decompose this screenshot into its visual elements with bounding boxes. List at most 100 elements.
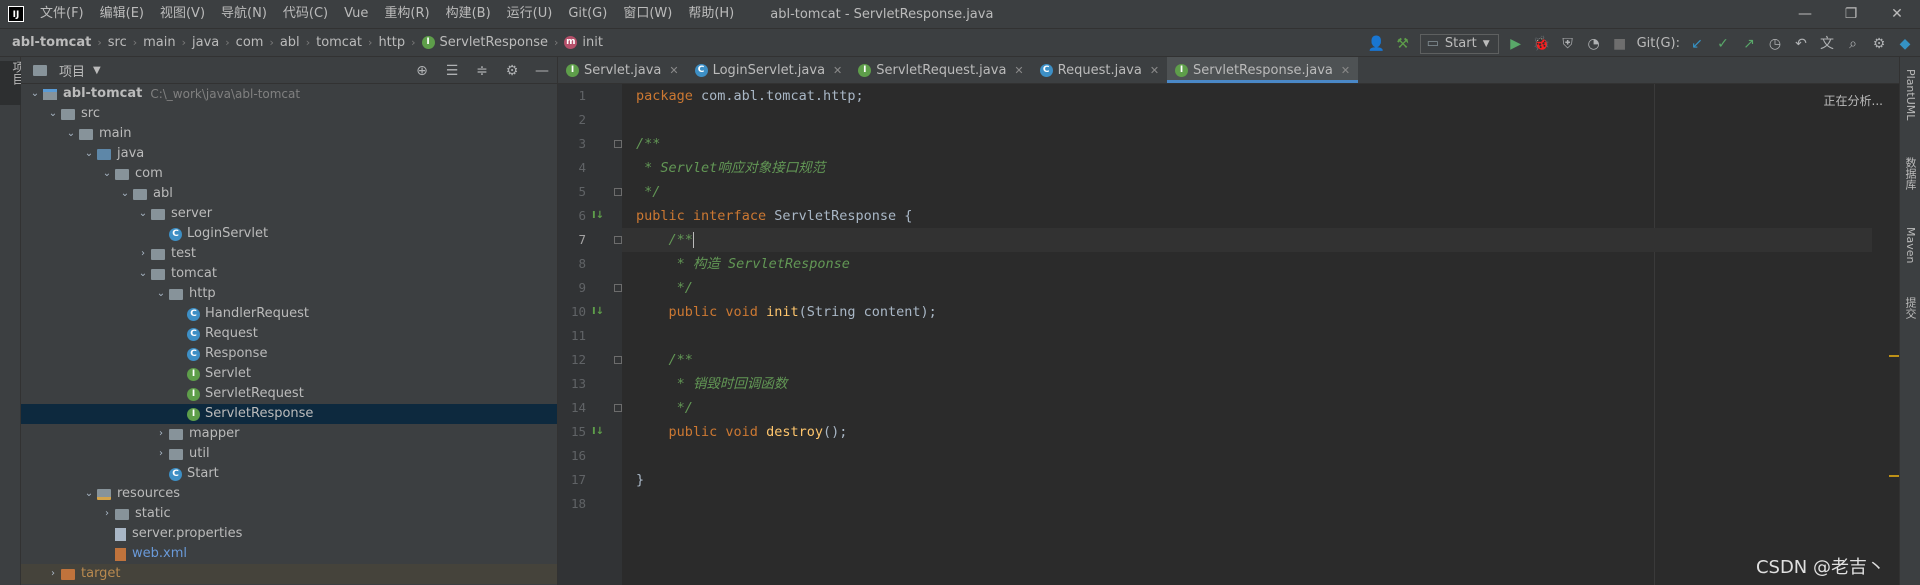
tab-servlet[interactable]: I Servlet.java ✕ xyxy=(558,57,687,83)
menu-code[interactable]: 代码(C) xyxy=(275,0,336,28)
coverage-icon[interactable]: ⛨ xyxy=(1559,35,1577,53)
breadcrumb-method[interactable]: init xyxy=(582,35,603,50)
menu-view[interactable]: 视图(V) xyxy=(152,0,213,28)
chevron-down-icon[interactable]: ⌄ xyxy=(45,104,61,124)
chevron-down-icon[interactable]: ⌄ xyxy=(81,144,97,164)
chevron-down-icon[interactable]: ⌄ xyxy=(117,184,133,204)
fold-icon[interactable] xyxy=(614,236,622,244)
menu-help[interactable]: 帮助(H) xyxy=(680,0,742,28)
close-tab-icon[interactable]: ✕ xyxy=(1150,64,1159,77)
tree-item-resources[interactable]: ⌄ resources xyxy=(21,484,557,504)
git-push-icon[interactable]: ↗ xyxy=(1740,35,1758,53)
close-tab-icon[interactable]: ✕ xyxy=(833,64,842,77)
tree-item-loginservlet[interactable]: C LoginServlet xyxy=(21,224,557,244)
fold-icon[interactable] xyxy=(614,140,622,148)
warning-stripe-mark[interactable] xyxy=(1889,355,1899,357)
menu-window[interactable]: 窗口(W) xyxy=(615,0,680,28)
tree-item-server[interactable]: ⌄ server xyxy=(21,204,557,224)
search-icon[interactable]: ⌕ xyxy=(1844,35,1862,53)
close-tab-icon[interactable]: ✕ xyxy=(669,64,678,77)
chevron-down-icon[interactable]: ⌄ xyxy=(153,284,169,304)
chevron-right-icon[interactable]: › xyxy=(99,504,115,524)
implemented-marker-icon[interactable]: I↓ xyxy=(592,426,604,437)
tab-loginservlet[interactable]: C LoginServlet.java ✕ xyxy=(687,57,851,83)
tree-item-http[interactable]: ⌄ http xyxy=(21,284,557,304)
stop-icon[interactable]: ■ xyxy=(1611,35,1629,53)
tree-item-com[interactable]: ⌄ com xyxy=(21,164,557,184)
settings-icon[interactable]: ⚙ xyxy=(1870,35,1888,53)
breadcrumb-project[interactable]: abl-tomcat xyxy=(12,35,91,50)
breadcrumb-main[interactable]: main xyxy=(143,35,175,50)
tree-item-servlet[interactable]: I Servlet xyxy=(21,364,557,384)
tree-item-server-properties[interactable]: server.properties xyxy=(21,524,557,544)
git-commit-icon[interactable]: ✓ xyxy=(1714,35,1732,53)
tree-item-abl-tomcat[interactable]: ⌄ abl-tomcat C:\_work\java\abl-tomcat xyxy=(21,84,557,104)
fold-icon[interactable] xyxy=(614,284,622,292)
tree-item-util[interactable]: › util xyxy=(21,444,557,464)
chevron-down-icon[interactable]: ▼ xyxy=(93,65,101,76)
menu-refactor[interactable]: 重构(R) xyxy=(376,0,437,28)
menu-run[interactable]: 运行(U) xyxy=(499,0,561,28)
history-icon[interactable]: ◷ xyxy=(1766,35,1784,53)
plugin-icon[interactable]: ◆ xyxy=(1896,35,1914,53)
tree-item-target[interactable]: › target xyxy=(21,564,557,584)
fold-icon[interactable] xyxy=(614,356,622,364)
rollback-icon[interactable]: ↶ xyxy=(1792,35,1810,53)
tree-item-java[interactable]: ⌄ java xyxy=(21,144,557,164)
breadcrumb-interface[interactable]: ServletResponse xyxy=(440,35,548,50)
locate-icon[interactable]: ⊕ xyxy=(413,62,431,80)
tool-tab-maven[interactable]: Maven xyxy=(1900,227,1920,263)
run-config-selector[interactable]: ▭ Start ▼ xyxy=(1419,33,1499,54)
tree-item-mapper[interactable]: › mapper xyxy=(21,424,557,444)
debug-icon[interactable]: 🐞 xyxy=(1533,35,1551,53)
close-icon[interactable]: ✕ xyxy=(1874,0,1920,28)
tree-item-handlerrequest[interactable]: C HandlerRequest xyxy=(21,304,557,324)
chevron-down-icon[interactable]: ⌄ xyxy=(63,124,79,144)
close-tab-icon[interactable]: ✕ xyxy=(1014,64,1023,77)
restore-icon[interactable]: ❐ xyxy=(1828,0,1874,28)
breadcrumb-java[interactable]: java xyxy=(192,35,219,50)
tree-item-start[interactable]: C Start xyxy=(21,464,557,484)
breadcrumb-src[interactable]: src xyxy=(108,35,127,50)
tree-item-response[interactable]: C Response xyxy=(21,344,557,364)
menu-vue[interactable]: Vue xyxy=(336,0,376,28)
tab-servletrequest[interactable]: I ServletRequest.java ✕ xyxy=(850,57,1031,83)
menu-navigate[interactable]: 导航(N) xyxy=(213,0,275,28)
hide-icon[interactable]: — xyxy=(533,62,551,80)
chevron-right-icon[interactable]: › xyxy=(153,424,169,444)
chevron-down-icon[interactable]: ⌄ xyxy=(27,84,43,104)
implemented-marker-icon[interactable]: I↓ xyxy=(592,306,604,317)
implemented-marker-icon[interactable]: I↓ xyxy=(592,210,604,221)
gear-icon[interactable]: ⚙ xyxy=(503,62,521,80)
tool-tab-plantuml[interactable]: PlantUML xyxy=(1900,69,1920,120)
tool-tab-database[interactable]: 数据库 xyxy=(1900,157,1920,190)
tree-item-tomcat[interactable]: ⌄ tomcat xyxy=(21,264,557,284)
tree-item-servletrequest[interactable]: I ServletRequest xyxy=(21,384,557,404)
project-panel-title[interactable]: 项目 xyxy=(59,61,85,80)
minimize-icon[interactable]: — xyxy=(1782,0,1828,28)
chevron-right-icon[interactable]: › xyxy=(45,564,61,584)
tab-servletresponse[interactable]: I ServletResponse.java ✕ xyxy=(1167,57,1359,83)
chevron-down-icon[interactable]: ⌄ xyxy=(99,164,115,184)
run-icon[interactable]: ▶ xyxy=(1507,35,1525,53)
tree-item-request[interactable]: C Request xyxy=(21,324,557,344)
build-hammer-icon[interactable]: ⚒ xyxy=(1394,35,1412,53)
collapse-all-icon[interactable]: ≑ xyxy=(473,62,491,80)
user-icon[interactable]: 👤 xyxy=(1368,35,1386,53)
breadcrumb-tomcat[interactable]: tomcat xyxy=(316,35,362,50)
breadcrumb-abl[interactable]: abl xyxy=(280,35,300,50)
close-tab-icon[interactable]: ✕ xyxy=(1341,64,1350,77)
git-update-icon[interactable]: ↙ xyxy=(1688,35,1706,53)
fold-icon[interactable] xyxy=(614,188,622,196)
profile-icon[interactable]: ◔ xyxy=(1585,35,1603,53)
chevron-down-icon[interactable]: ⌄ xyxy=(81,484,97,504)
menu-edit[interactable]: 编辑(E) xyxy=(92,0,152,28)
tree-item-abl[interactable]: ⌄ abl xyxy=(21,184,557,204)
menu-git[interactable]: Git(G) xyxy=(560,0,615,28)
tree-item-web-xml[interactable]: web.xml xyxy=(21,544,557,564)
tree-item-servletresponse[interactable]: I ServletResponse xyxy=(21,404,557,424)
code-editor[interactable]: 正在分析... package com.abl.tomcat.http; /**… xyxy=(622,84,1899,585)
tab-request[interactable]: C Request.java ✕ xyxy=(1032,57,1167,83)
menu-build[interactable]: 构建(B) xyxy=(438,0,499,28)
tree-item-main[interactable]: ⌄ main xyxy=(21,124,557,144)
